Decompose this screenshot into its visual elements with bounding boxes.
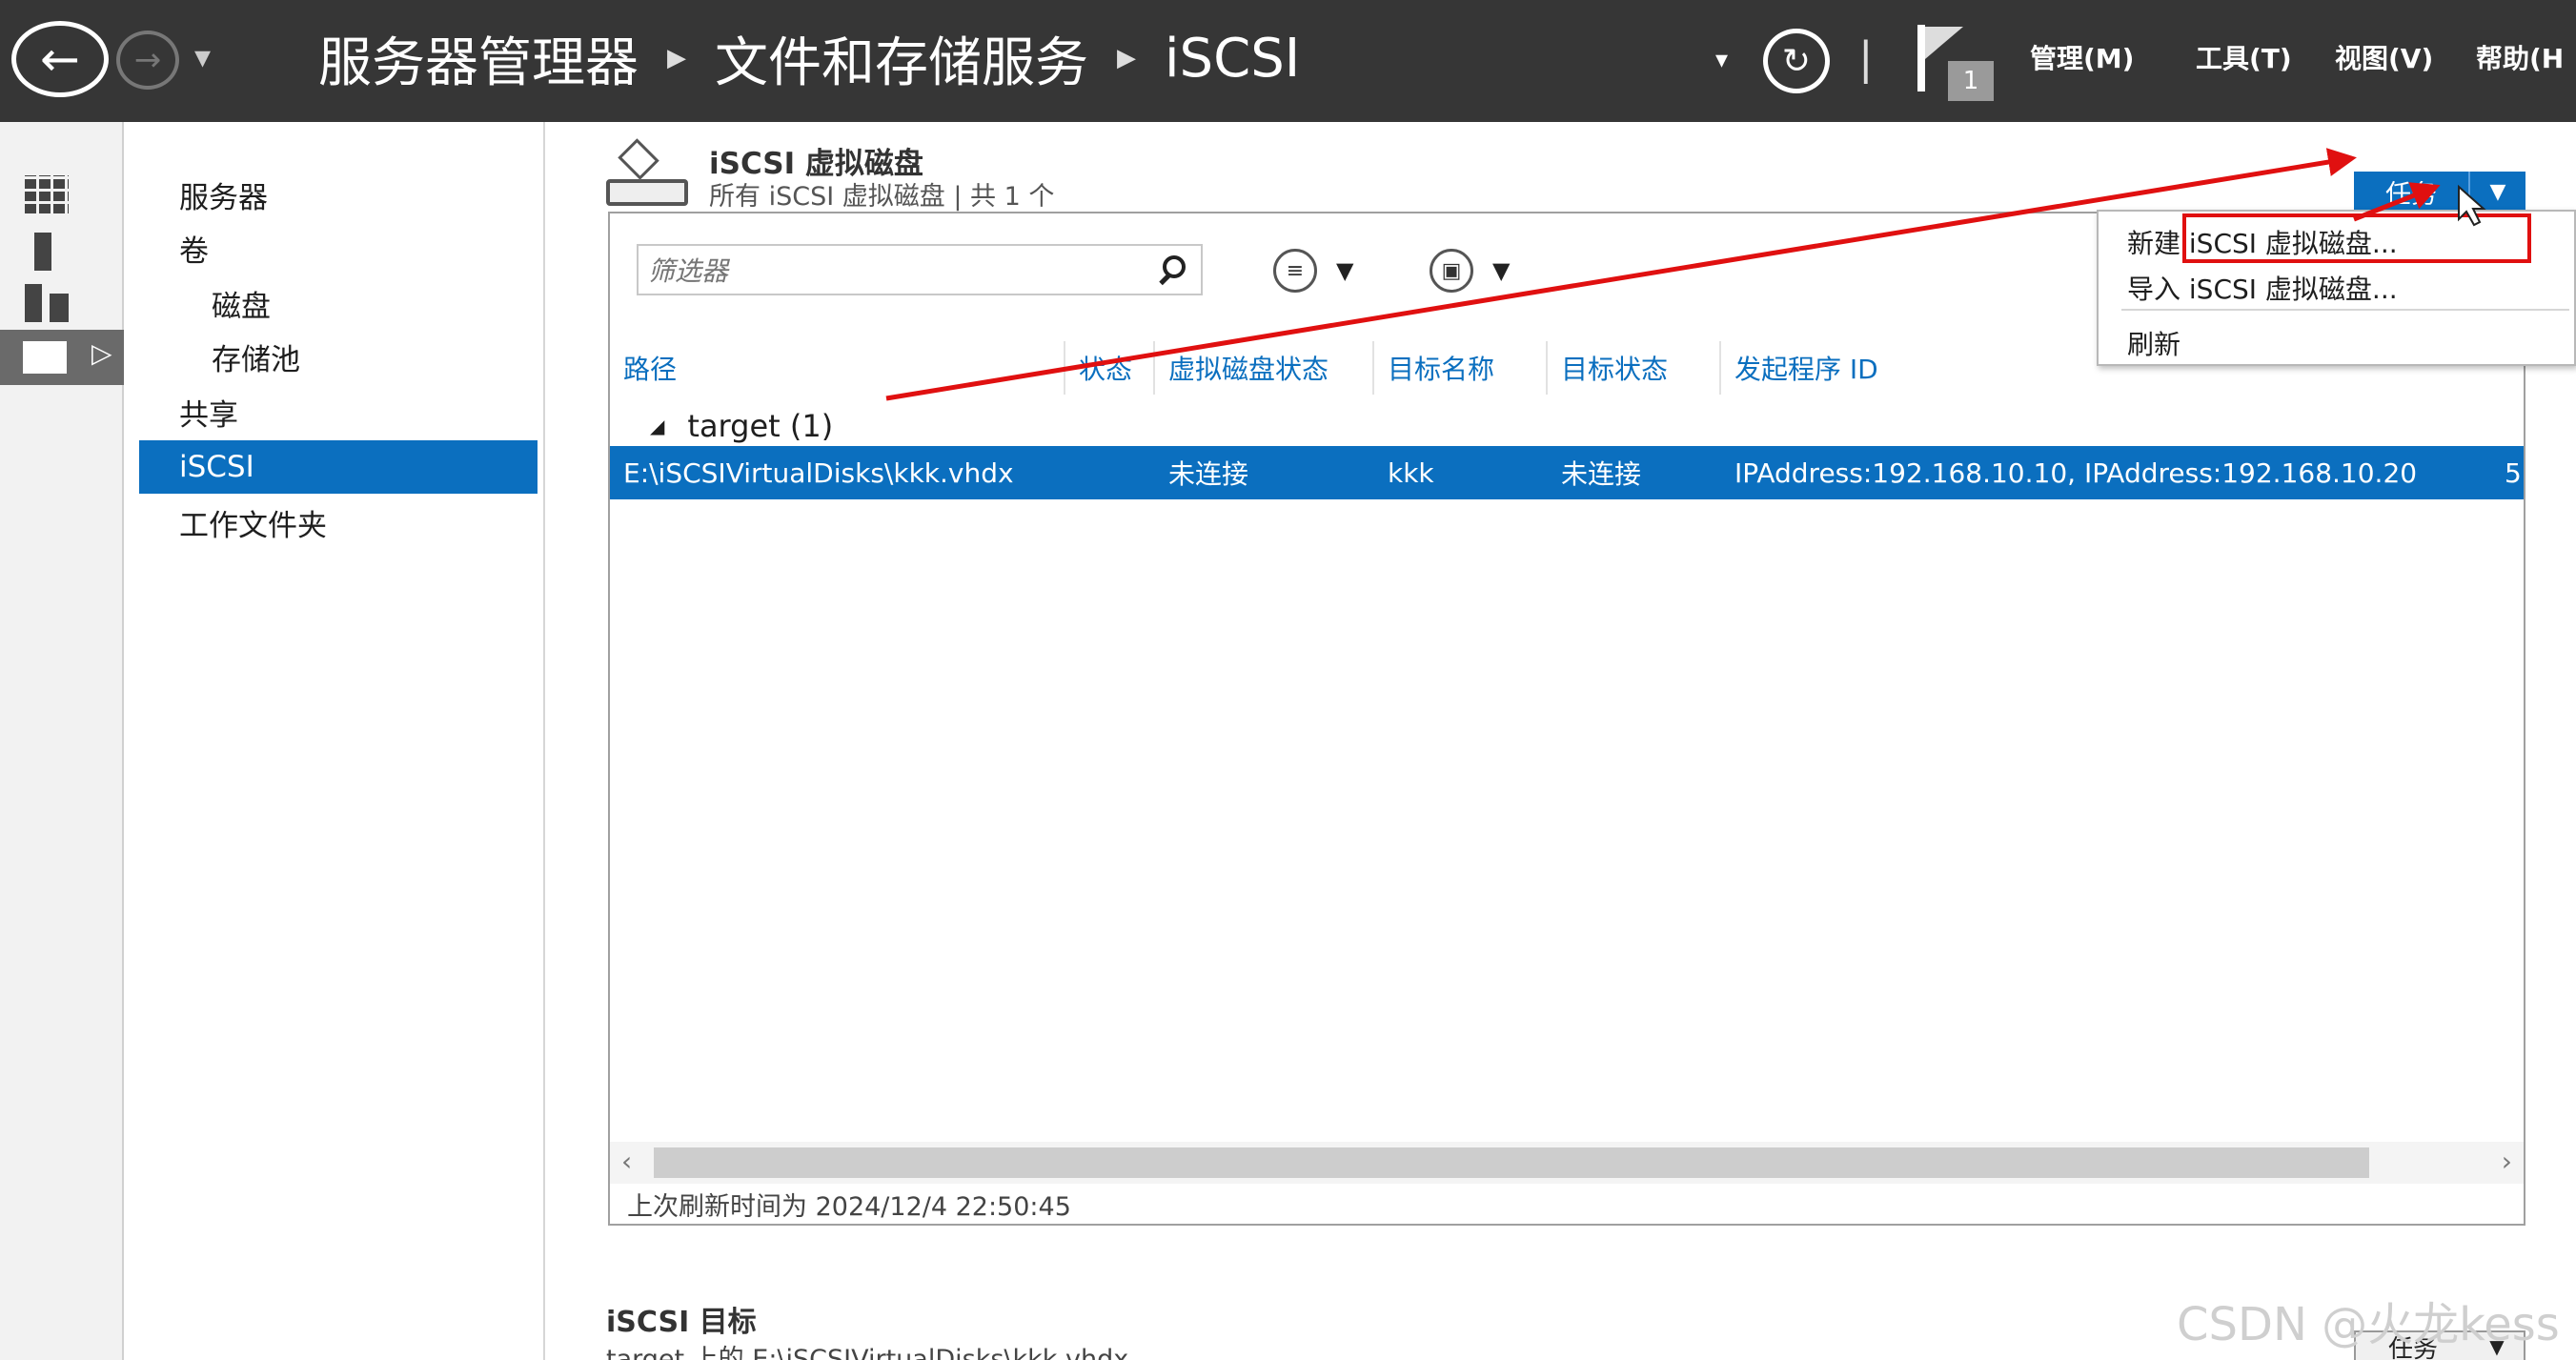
search-handle — [1159, 272, 1172, 286]
tasks-button[interactable]: 任务 ▼ — [2354, 172, 2525, 212]
iscsi-disk-icon — [606, 138, 688, 208]
disk-diamond — [618, 138, 659, 180]
local-server-icon[interactable] — [34, 233, 51, 271]
flag-pole — [1917, 25, 1925, 91]
history-dropdown-icon[interactable]: ▾ — [194, 38, 211, 76]
scroll-left-icon[interactable]: ‹ — [621, 1146, 632, 1177]
cell-target-status: 未连接 — [1561, 458, 1642, 490]
tasks-label: 任务 — [2385, 179, 2437, 210]
column-header-target-status[interactable]: 目标状态 — [1548, 341, 1721, 395]
watermark: CSDN @火龙kess — [2177, 1298, 2560, 1351]
forward-arrow-icon[interactable]: → — [116, 30, 179, 90]
title-bar: ← → ▾ 服务器管理器 ▶ 文件和存储服务 ▶ iSCSI ▾ ↻ | 1 管… — [0, 0, 2576, 122]
breadcrumb-file-storage[interactable]: 文件和存储服务 — [715, 20, 1088, 97]
scroll-right-icon[interactable]: › — [2502, 1146, 2512, 1177]
toolbar-divider: | — [1858, 32, 1874, 84]
targets-subtitle: target 上的 E:\iSCSIVirtualDisks\kkk.vhdx — [606, 1345, 1129, 1360]
scroll-thumb[interactable] — [654, 1147, 2369, 1178]
group-label: target (1) — [687, 408, 834, 444]
cell-truncated: 5 — [2505, 457, 2522, 489]
flag-cloth — [1925, 27, 1963, 59]
nav-item-work-folders[interactable]: 工作文件夹 — [126, 496, 538, 549]
column-header-path[interactable]: 路径 — [610, 341, 1065, 395]
file-storage-services-tab[interactable]: ▷ — [0, 330, 124, 385]
targets-title: iSCSI 目标 — [606, 1306, 757, 1339]
horizontal-scrollbar[interactable]: ‹ › — [610, 1142, 2524, 1184]
save-query-button[interactable]: ▣ ▼ — [1430, 248, 1510, 294]
chevron-down-icon: ▼ — [1336, 257, 1354, 284]
notification-flag-icon[interactable]: 1 — [1914, 25, 1994, 101]
filter-box — [637, 244, 1203, 295]
menu-view[interactable]: 视图(V) — [2335, 38, 2433, 76]
search-icon[interactable] — [1153, 254, 1191, 292]
cell-target-name: kkk — [1388, 457, 1434, 489]
chevron-down-icon: ▼ — [1492, 257, 1511, 284]
breadcrumb-dropdown-icon[interactable]: ▾ — [1715, 46, 1728, 74]
table-row[interactable]: E:\iSCSIVirtualDisks\kkk.vhdx 未连接 kkk 未连… — [610, 446, 2524, 499]
column-header-disk-status[interactable]: 虚拟磁盘状态 — [1155, 341, 1374, 395]
filter-input[interactable] — [648, 252, 1144, 290]
nav-item-shares[interactable]: 共享 — [126, 385, 538, 438]
last-refresh-text: 上次刷新时间为 2024/12/4 22:50:45 — [627, 1192, 1071, 1222]
menu-help[interactable]: 帮助(H — [2476, 38, 2564, 76]
cell-disk-status: 未连接 — [1168, 458, 1249, 490]
column-header-status[interactable]: 状态 — [1065, 341, 1155, 395]
nav-item-volumes[interactable]: 卷 — [126, 221, 538, 274]
column-header-target-name[interactable]: 目标名称 — [1374, 341, 1548, 395]
save-icon: ▣ — [1430, 249, 1473, 293]
list-options-button[interactable]: ≡ ▼ — [1273, 248, 1353, 294]
collapse-triangle-icon[interactable]: ◢ — [650, 415, 664, 437]
menu-item-import-iscsi-disk[interactable]: 导入 iSCSI 虚拟磁盘... — [2127, 269, 2398, 307]
nav-item-iscsi[interactable]: iSCSI — [139, 440, 538, 494]
icon-strip: ▷ — [0, 122, 124, 1360]
breadcrumb-separator-icon: ▶ — [1117, 44, 1136, 72]
cell-path: E:\iSCSIVirtualDisks\kkk.vhdx — [623, 457, 1014, 489]
breadcrumb-iscsi[interactable]: iSCSI — [1165, 28, 1300, 90]
expand-arrow-icon: ▷ — [91, 337, 112, 369]
section-subtitle: 所有 iSCSI 虚拟磁盘 | 共 1 个 — [709, 182, 1055, 212]
dashboard-icon[interactable] — [25, 175, 69, 213]
all-servers-icon[interactable] — [25, 284, 69, 322]
notification-count-badge: 1 — [1948, 61, 1994, 101]
menu-tools[interactable]: 工具(T) — [2196, 38, 2292, 76]
nav-item-disks[interactable]: 磁盘 — [126, 276, 538, 330]
disk-tray — [606, 179, 688, 206]
highlight-box — [2182, 213, 2531, 263]
nav-item-storage-pools[interactable]: 存储池 — [126, 330, 538, 383]
refresh-icon[interactable]: ↻ — [1763, 29, 1830, 93]
nav-item-servers[interactable]: 服务器 — [126, 168, 538, 221]
back-arrow-icon[interactable]: ← — [11, 21, 109, 97]
menu-divider — [2121, 309, 2569, 311]
list-icon: ≡ — [1273, 249, 1317, 293]
breadcrumb: 服务器管理器 ▶ 文件和存储服务 ▶ iSCSI — [318, 25, 1300, 94]
breadcrumb-separator-icon: ▶ — [667, 44, 686, 72]
nav-tree: 服务器 卷 磁盘 存储池 共享 iSCSI 工作文件夹 — [126, 122, 545, 1360]
group-row[interactable]: ◢ target (1) — [610, 400, 2524, 452]
breadcrumb-root[interactable]: 服务器管理器 — [318, 20, 639, 97]
menu-item-refresh[interactable]: 刷新 — [2127, 324, 2180, 362]
chevron-down-icon: ▼ — [2468, 172, 2525, 212]
cell-status — [1065, 446, 1155, 499]
cell-initiator-id: IPAddress:192.168.10.10, IPAddress:192.1… — [1734, 457, 2418, 489]
file-storage-icon — [23, 341, 67, 374]
menu-manage[interactable]: 管理(M) — [2030, 38, 2134, 76]
